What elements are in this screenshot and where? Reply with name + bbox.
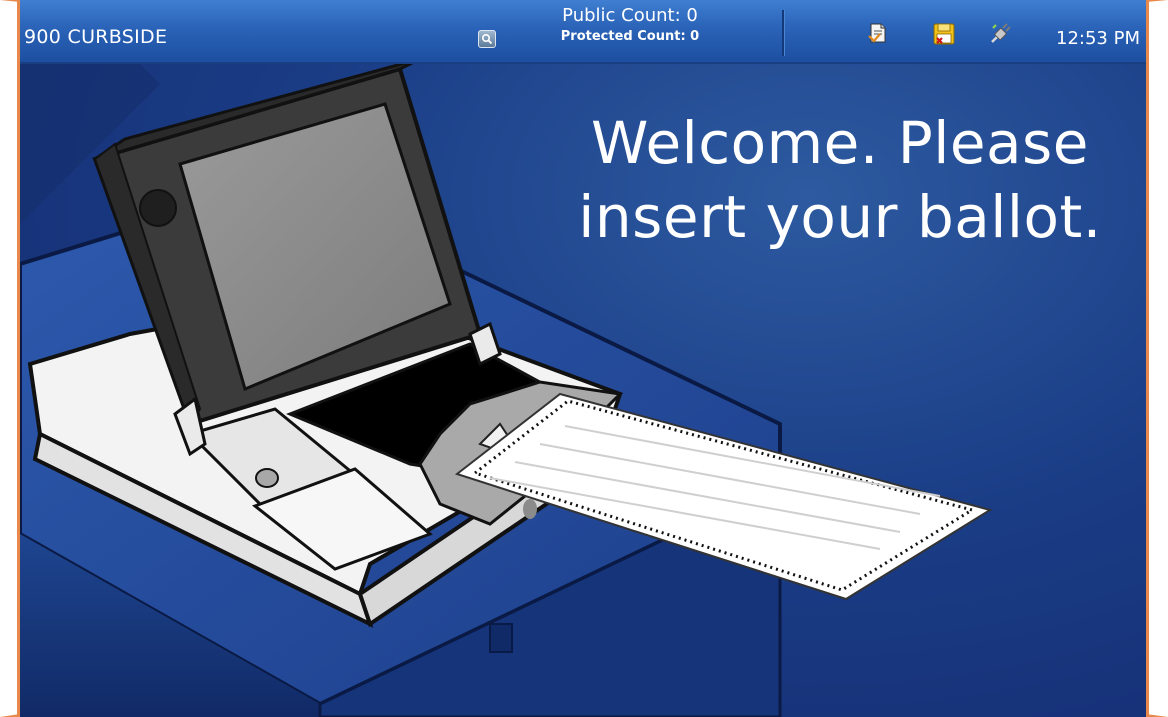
search-icon[interactable] [478,30,496,48]
header-divider [782,10,785,56]
unit-name: 900 CURBSIDE [24,26,168,48]
clock: 12:53 PM [1056,28,1140,49]
screen: 900 CURBSIDE Public Count: 0 Protected C… [17,0,1149,717]
report-icon[interactable] [868,22,888,48]
public-count: Public Count: 0 [562,5,698,26]
power-plug-icon[interactable] [988,22,1012,50]
status-bar: 900 CURBSIDE Public Count: 0 Protected C… [20,0,1146,64]
welcome-message: Welcome. Please insert your ballot. [578,109,1102,251]
memory-card-icon[interactable] [933,22,955,50]
ballot-counts: Public Count: 0 Protected Count: 0 [525,4,735,46]
welcome-screen: Welcome. Please insert your ballot. [20,64,1146,717]
protected-count: Protected Count: 0 [560,29,700,44]
